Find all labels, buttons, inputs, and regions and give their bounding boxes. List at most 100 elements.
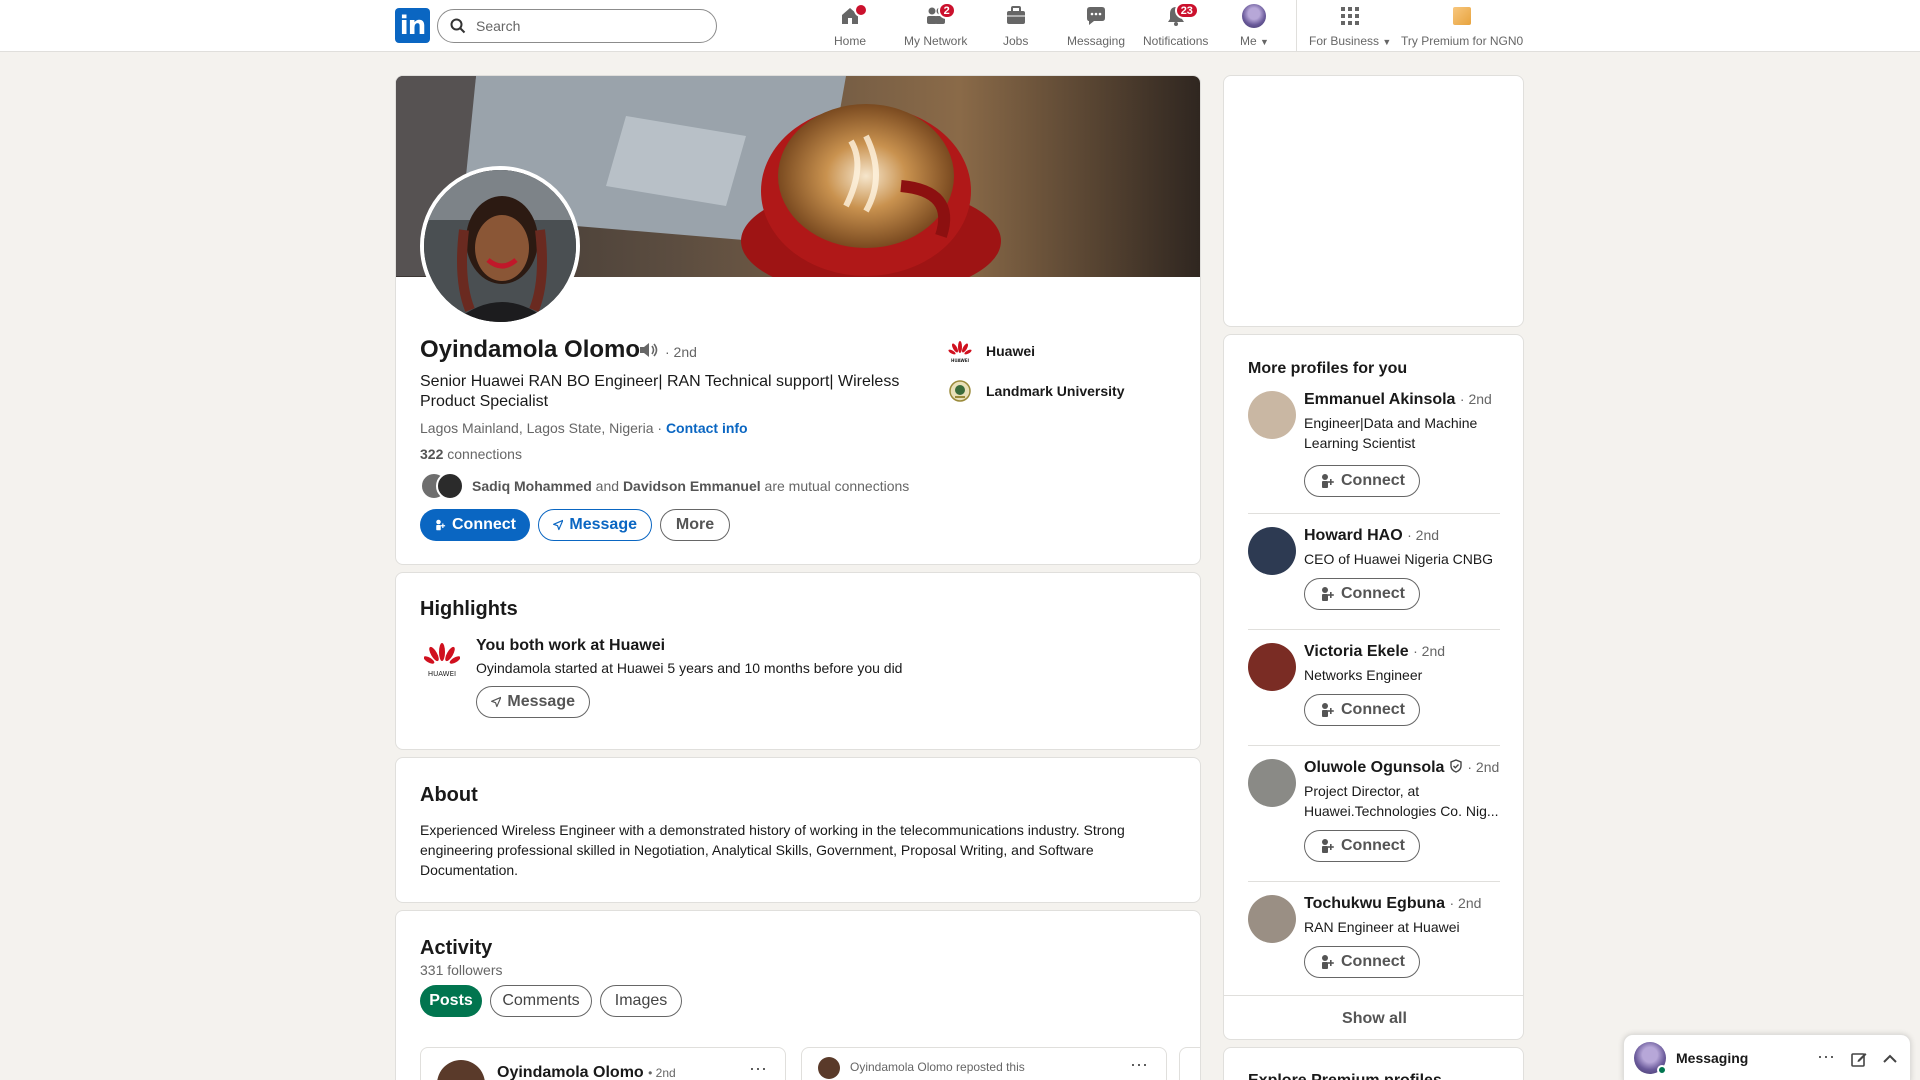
connect-button[interactable]: Connect bbox=[1304, 578, 1420, 610]
highlight-message-label: Message bbox=[507, 693, 575, 710]
highlights-title: Highlights bbox=[420, 598, 518, 620]
avatar-icon bbox=[1242, 4, 1267, 28]
search-input[interactable] bbox=[476, 18, 696, 34]
chevron-down-icon: ▼ bbox=[1260, 37, 1269, 47]
mutual-suffix: are mutual connections bbox=[760, 478, 910, 494]
svg-text:HUAWEI: HUAWEI bbox=[951, 358, 970, 363]
messaging-bar[interactable]: Messaging ··· bbox=[1623, 1034, 1911, 1080]
highlight-detail: Oyindamola started at Huawei 5 years and… bbox=[476, 660, 903, 676]
chevron-up-icon[interactable] bbox=[1882, 1051, 1898, 1067]
about-card: About Experienced Wireless Engineer with… bbox=[395, 757, 1201, 903]
linkedin-logo-icon[interactable]: in bbox=[395, 8, 430, 43]
nav-messaging[interactable]: Messaging bbox=[1067, 4, 1125, 50]
connect-button[interactable]: Connect bbox=[1304, 946, 1420, 978]
person-degree: · 2nd bbox=[1413, 643, 1446, 659]
connect-label: Connect bbox=[1341, 472, 1405, 489]
top-nav: in Home 2 My Network Jobs Messaging 23 N… bbox=[0, 0, 1920, 52]
person-degree: · 2nd bbox=[1467, 759, 1500, 775]
repost-card[interactable]: Oyindamola Olomo reposted this ··· bbox=[801, 1047, 1167, 1080]
connect-label: Connect bbox=[1341, 837, 1405, 854]
message-label: Message bbox=[569, 516, 637, 533]
activity-card: Activity 331 followers Posts Comments Im… bbox=[395, 910, 1201, 1080]
more-options-icon[interactable]: ··· bbox=[749, 1058, 767, 1079]
list-item: Howard HAO · 2nd CEO of Huawei Nigeria C… bbox=[1248, 527, 1500, 617]
mutual-connections[interactable]: Sadiq Mohammed and Davidson Emmanuel are… bbox=[420, 472, 909, 500]
profile-card: Oyindamola Olomo · 2nd Senior Huawei RAN… bbox=[395, 75, 1201, 565]
more-options-icon[interactable]: ··· bbox=[1130, 1054, 1148, 1075]
repost-avatar bbox=[818, 1057, 840, 1079]
connect-button[interactable]: Connect bbox=[420, 509, 530, 541]
add-person-icon bbox=[1322, 474, 1334, 488]
premium-profiles-title: Explore Premium profiles bbox=[1248, 1072, 1442, 1080]
divider bbox=[1248, 513, 1500, 514]
connect-label: Connect bbox=[1341, 953, 1405, 970]
avatar[interactable] bbox=[1248, 759, 1296, 807]
nav-premium-label: Try Premium for NGN0 bbox=[1401, 34, 1524, 48]
activity-tabs: Posts Comments Images bbox=[420, 985, 682, 1017]
grid-icon bbox=[1341, 7, 1360, 25]
search-box[interactable] bbox=[437, 9, 717, 43]
profile-location: Lagos Mainland, Lagos State, Nigeria bbox=[420, 420, 654, 436]
person-title: Project Director, at Huawei.Technologies… bbox=[1304, 783, 1499, 819]
tab-comments[interactable]: Comments bbox=[490, 985, 592, 1017]
add-person-icon bbox=[1322, 703, 1334, 717]
contact-info-link[interactable]: Contact info bbox=[666, 420, 748, 436]
highlight-message-button[interactable]: Message bbox=[476, 686, 590, 718]
network-badge: 2 bbox=[937, 2, 956, 19]
connections-count: 322 bbox=[420, 446, 444, 462]
premium-profiles-card: Explore Premium profiles bbox=[1223, 1047, 1524, 1080]
connect-label: Connect bbox=[1341, 701, 1405, 718]
school-name: Landmark University bbox=[986, 383, 1125, 399]
nav-my-network[interactable]: 2 My Network bbox=[904, 2, 967, 50]
highlights-card: Highlights HUAWEI You both work at Huawe… bbox=[395, 572, 1201, 750]
current-company[interactable]: HUAWEI Huawei bbox=[948, 339, 1035, 363]
avatar[interactable] bbox=[1248, 527, 1296, 575]
connect-label: Connect bbox=[1341, 585, 1405, 602]
list-item: Oluwole Ogunsola · 2nd Project Director,… bbox=[1248, 759, 1500, 869]
nav-jobs[interactable]: Jobs bbox=[1003, 4, 1028, 50]
avatar bbox=[1634, 1042, 1667, 1075]
about-title: About bbox=[420, 784, 478, 806]
speaker-icon[interactable] bbox=[638, 341, 660, 359]
connect-button[interactable]: Connect bbox=[1304, 465, 1420, 497]
message-button[interactable]: Message bbox=[538, 509, 652, 541]
nav-premium[interactable]: Try Premium for NGN0 bbox=[1401, 4, 1523, 50]
person-name: Oluwole Ogunsola bbox=[1304, 759, 1445, 776]
compose-icon[interactable] bbox=[1850, 1050, 1868, 1068]
connect-button[interactable]: Connect bbox=[1304, 694, 1420, 726]
person-title: CEO of Huawei Nigeria CNBG bbox=[1304, 551, 1494, 567]
messaging-icon bbox=[1087, 7, 1106, 25]
post-card[interactable]: Oyindamola Olomo • 2nd ··· bbox=[420, 1047, 786, 1080]
more-profiles-title: More profiles for you bbox=[1248, 360, 1408, 377]
show-all-button[interactable]: Show all bbox=[1224, 995, 1523, 1039]
nav-me-label: Me bbox=[1240, 34, 1257, 48]
nav-me[interactable]: Me ▼ bbox=[1240, 4, 1269, 50]
add-person-icon bbox=[1322, 587, 1334, 601]
about-text: Experienced Wireless Engineer with a dem… bbox=[420, 822, 1125, 878]
add-person-icon bbox=[1322, 955, 1334, 969]
send-icon bbox=[553, 519, 564, 531]
profile-photo[interactable] bbox=[420, 166, 580, 326]
avatar[interactable] bbox=[1248, 895, 1296, 943]
nav-home[interactable]: Home bbox=[834, 3, 868, 50]
profile-headline: Senior Huawei RAN BO Engineer| RAN Techn… bbox=[420, 373, 900, 410]
post-author-avatar bbox=[437, 1060, 485, 1080]
tab-posts[interactable]: Posts bbox=[420, 985, 482, 1017]
nav-for-business[interactable]: For Business ▼ bbox=[1309, 4, 1391, 50]
post-author-name: Oyindamola Olomo bbox=[497, 1064, 644, 1080]
connect-button[interactable]: Connect bbox=[1304, 830, 1420, 862]
more-options-icon[interactable]: ··· bbox=[1817, 1046, 1835, 1067]
education[interactable]: Landmark University bbox=[948, 379, 1125, 403]
more-button[interactable]: More bbox=[660, 509, 730, 541]
add-person-icon bbox=[436, 519, 446, 531]
avatar[interactable] bbox=[1248, 391, 1296, 439]
briefcase-icon bbox=[1006, 6, 1025, 24]
avatar[interactable] bbox=[1248, 643, 1296, 691]
university-logo-icon bbox=[949, 380, 971, 402]
follower-count: 331 followers bbox=[420, 962, 503, 978]
tab-images[interactable]: Images bbox=[600, 985, 682, 1017]
nav-home-label: Home bbox=[834, 34, 867, 48]
nav-notifications[interactable]: 23 Notifications bbox=[1143, 2, 1208, 50]
connection-degree: · 2nd bbox=[665, 344, 697, 360]
company-name: Huawei bbox=[986, 343, 1036, 359]
